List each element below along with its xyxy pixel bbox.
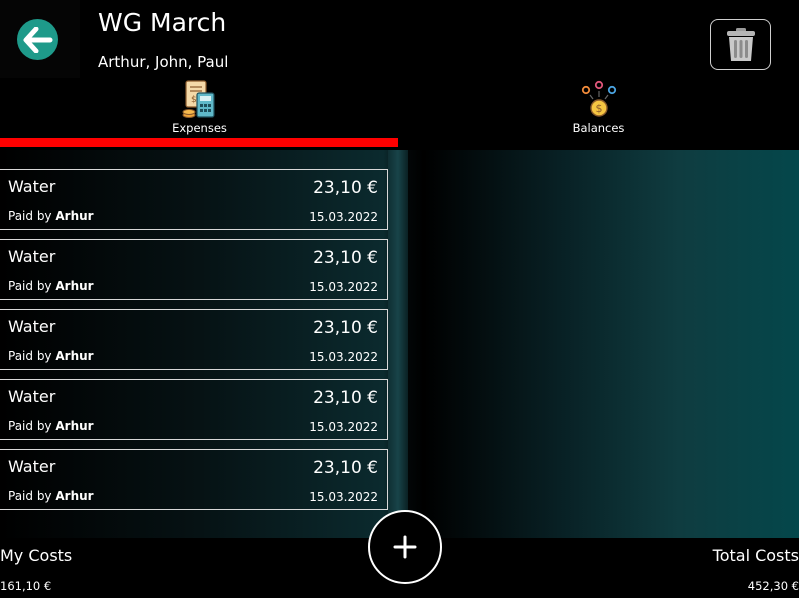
expense-name: Water xyxy=(8,177,56,196)
expense-paid-by: Paid by Arhur xyxy=(8,419,94,434)
payer-name: Arhur xyxy=(55,419,94,433)
back-button[interactable] xyxy=(17,19,58,60)
payer-name: Arhur xyxy=(55,209,94,223)
paid-by-label: Paid by xyxy=(8,349,52,363)
expense-card[interactable]: Water 23,10 € Paid by Arhur 15.03.2022 xyxy=(0,449,388,510)
plus-icon xyxy=(393,535,417,559)
expense-amount: 23,10 € xyxy=(313,458,378,478)
payer-name: Arhur xyxy=(55,349,94,363)
expense-amount: 23,10 € xyxy=(313,178,378,198)
tab-bar: $ Expenses $ Balances xyxy=(0,78,799,150)
svg-text:$: $ xyxy=(191,95,197,105)
trash-icon xyxy=(726,27,755,61)
total-costs-value: 452,30 € xyxy=(747,579,799,593)
expense-paid-by: Paid by Arhur xyxy=(8,279,94,294)
expense-date: 15.03.2022 xyxy=(309,210,378,224)
payer-name: Arhur xyxy=(55,279,94,293)
paid-by-label: Paid by xyxy=(8,209,52,223)
expense-date: 15.03.2022 xyxy=(309,280,378,294)
group-members: Arthur, John, Paul xyxy=(98,53,229,71)
arrow-left-icon xyxy=(23,26,52,53)
expense-name: Water xyxy=(8,247,56,266)
expense-card[interactable]: Water 23,10 € Paid by Arhur 15.03.2022 xyxy=(0,309,388,370)
my-costs-label: My Costs xyxy=(0,546,73,565)
expense-paid-by: Paid by Arhur xyxy=(8,489,94,504)
page-title: WG March xyxy=(98,8,227,37)
expense-date: 15.03.2022 xyxy=(309,490,378,504)
delete-group-button[interactable] xyxy=(710,19,771,70)
expenses-calculator-icon: $ xyxy=(182,80,215,118)
header: WG March Arthur, John, Paul xyxy=(0,0,799,80)
my-costs-value: 161,10 € xyxy=(0,579,52,593)
total-costs-label: Total Costs xyxy=(712,546,799,565)
expense-amount: 23,10 € xyxy=(313,318,378,338)
panel-divider xyxy=(388,150,408,538)
expense-amount: 23,10 € xyxy=(313,388,378,408)
balances-coins-icon: $ xyxy=(581,80,616,117)
paid-by-label: Paid by xyxy=(8,489,52,503)
expense-date: 15.03.2022 xyxy=(309,350,378,364)
expense-card[interactable]: Water 23,10 € Paid by Arhur 15.03.2022 xyxy=(0,379,388,440)
paid-by-label: Paid by xyxy=(8,419,52,433)
content-area: Water 23,10 € Paid by Arhur 15.03.2022 W… xyxy=(0,150,799,538)
expense-paid-by: Paid by Arhur xyxy=(8,349,94,364)
expense-name: Water xyxy=(8,457,56,476)
expense-amount: 23,10 € xyxy=(313,248,378,268)
tab-expenses-label: Expenses xyxy=(172,121,227,135)
active-tab-indicator xyxy=(0,138,398,147)
add-expense-button[interactable] xyxy=(368,510,442,584)
tab-balances-label: Balances xyxy=(572,121,625,135)
payer-name: Arhur xyxy=(55,489,94,503)
svg-text:$: $ xyxy=(595,102,602,115)
expense-card[interactable]: Water 23,10 € Paid by Arhur 15.03.2022 xyxy=(0,169,388,230)
expense-list[interactable]: Water 23,10 € Paid by Arhur 15.03.2022 W… xyxy=(0,150,398,538)
expense-name: Water xyxy=(8,387,56,406)
back-button-area xyxy=(0,0,80,78)
expense-date: 15.03.2022 xyxy=(309,420,378,434)
expense-name: Water xyxy=(8,317,56,336)
expense-paid-by: Paid by Arhur xyxy=(8,209,94,224)
tab-balances[interactable]: $ Balances xyxy=(399,78,798,150)
paid-by-label: Paid by xyxy=(8,279,52,293)
expense-card[interactable]: Water 23,10 € Paid by Arhur 15.03.2022 xyxy=(0,239,388,300)
